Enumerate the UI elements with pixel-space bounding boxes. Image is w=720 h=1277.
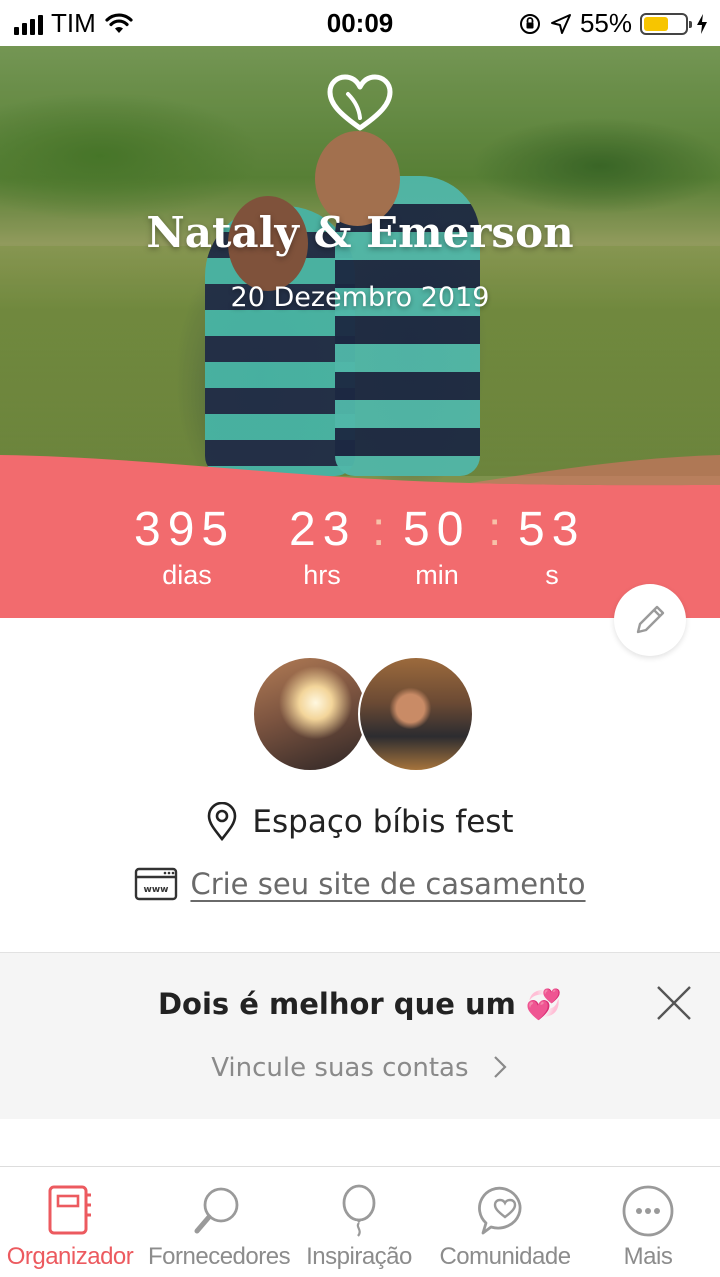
avatar[interactable] [252,656,368,772]
svg-text:www: www [144,885,169,895]
tab-label: Organizador [6,1243,134,1270]
countdown-minutes-label: min [415,560,459,590]
status-right: 55% [518,8,708,39]
chat-heart-icon [478,1186,522,1235]
link-accounts-card: Dois é melhor que um 💞 Vincule suas cont… [0,952,720,1120]
countdown-separator: : [372,503,386,556]
wedding-date: 20 Dezembro 2019 [230,282,490,313]
close-icon[interactable] [654,983,694,1023]
battery-percent: 55% [579,8,632,38]
promo-title: Dois é melhor que um 💞 [157,987,563,1021]
more-icon [622,1185,674,1237]
countdown-hours: 23 [289,503,357,556]
tab-comunidade[interactable]: Comunidade [436,1167,574,1277]
bottom-tab-bar: Organizador Fornecedores Inspiração Comu… [0,1166,720,1277]
countdown-hours-label: hrs [303,560,341,590]
tab-label: Comunidade [439,1243,571,1270]
countdown-days-label: dias [162,560,212,590]
avatar[interactable] [358,656,474,772]
status-bar: TIM 00:09 55% [0,0,720,46]
countdown-seconds: 53 [518,503,586,556]
countdown-days: 395 [134,503,236,556]
charging-icon [697,13,707,34]
countdown-minutes: 50 [403,503,471,556]
tab-fornecedores[interactable]: Fornecedores [148,1167,291,1277]
orientation-lock-icon [519,13,540,34]
battery-icon [640,12,692,35]
tab-label: Inspiração [306,1243,412,1270]
venue-row[interactable]: Espaço bíbis fest [0,800,720,844]
link-accounts-button[interactable]: Vincule suas contas [0,1053,720,1083]
pencil-icon [636,605,665,634]
couple-names: Nataly & Emerson [146,208,574,257]
couple-avatars [252,656,474,772]
countdown-values: 395 23 : 50 : 53 [0,502,720,562]
next-section-peek [0,1119,720,1167]
edit-wedding-button[interactable] [614,584,686,656]
chevron-right-icon [494,1056,507,1078]
website-icon: www [135,867,178,901]
tab-organizador[interactable]: Organizador [0,1167,140,1277]
link-accounts-label: Vincule suas contas [211,1053,469,1083]
website-row[interactable]: www Crie seu site de casamento [0,862,720,906]
countdown-separator: : [488,503,502,556]
heart-logo-icon [327,74,393,131]
tab-label: Mais [623,1243,673,1270]
location-pin-icon [208,802,237,842]
magnifier-icon [194,1187,239,1234]
tab-label: Fornecedores [148,1243,291,1270]
tab-inspiracao[interactable]: Inspiração [298,1167,420,1277]
location-arrow-icon [550,13,571,34]
venue-name: Espaço bíbis fest [252,804,514,840]
create-website-link[interactable]: Crie seu site de casamento [190,867,585,901]
balloon-icon [342,1184,376,1237]
countdown-seconds-label: s [545,560,559,590]
planner-icon [48,1185,91,1235]
tab-mais[interactable]: Mais [590,1167,706,1277]
